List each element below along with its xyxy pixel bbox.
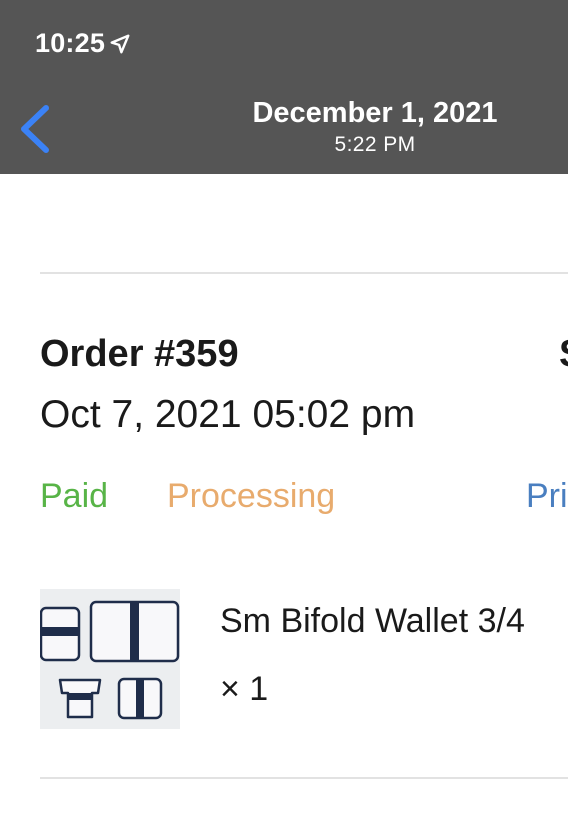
order-date: Oct 7, 2021 05:02 pm <box>40 393 416 436</box>
order-next-column-label: S <box>559 333 568 376</box>
status-bar-time: 10:25 <box>35 28 131 59</box>
wallet-pattern-image <box>40 589 180 729</box>
location-arrow-icon <box>110 34 130 53</box>
bottom-divider <box>40 777 568 779</box>
status-processing-badge: Processing <box>167 477 336 515</box>
nav-title-time: 5:22 PM <box>334 133 416 156</box>
back-button[interactable] <box>14 100 56 156</box>
item-quantity: × 1 <box>220 670 269 708</box>
nav-header: 10:25 December 1, 2021 5:22 PM <box>0 0 568 174</box>
nav-title-date: December 1, 2021 <box>252 97 498 129</box>
clock-time: 10:25 <box>35 28 106 58</box>
top-divider <box>40 272 568 274</box>
nav-title: December 1, 2021 5:22 PM <box>150 96 568 158</box>
status-paid-badge: Paid <box>40 477 109 515</box>
product-thumbnail[interactable] <box>40 589 180 729</box>
order-number: Order #359 <box>40 333 239 375</box>
item-name: Sm Bifold Wallet 3/4 <box>220 602 525 640</box>
status-print-badge[interactable]: Pri <box>526 477 568 516</box>
chevron-left-icon <box>21 105 49 153</box>
